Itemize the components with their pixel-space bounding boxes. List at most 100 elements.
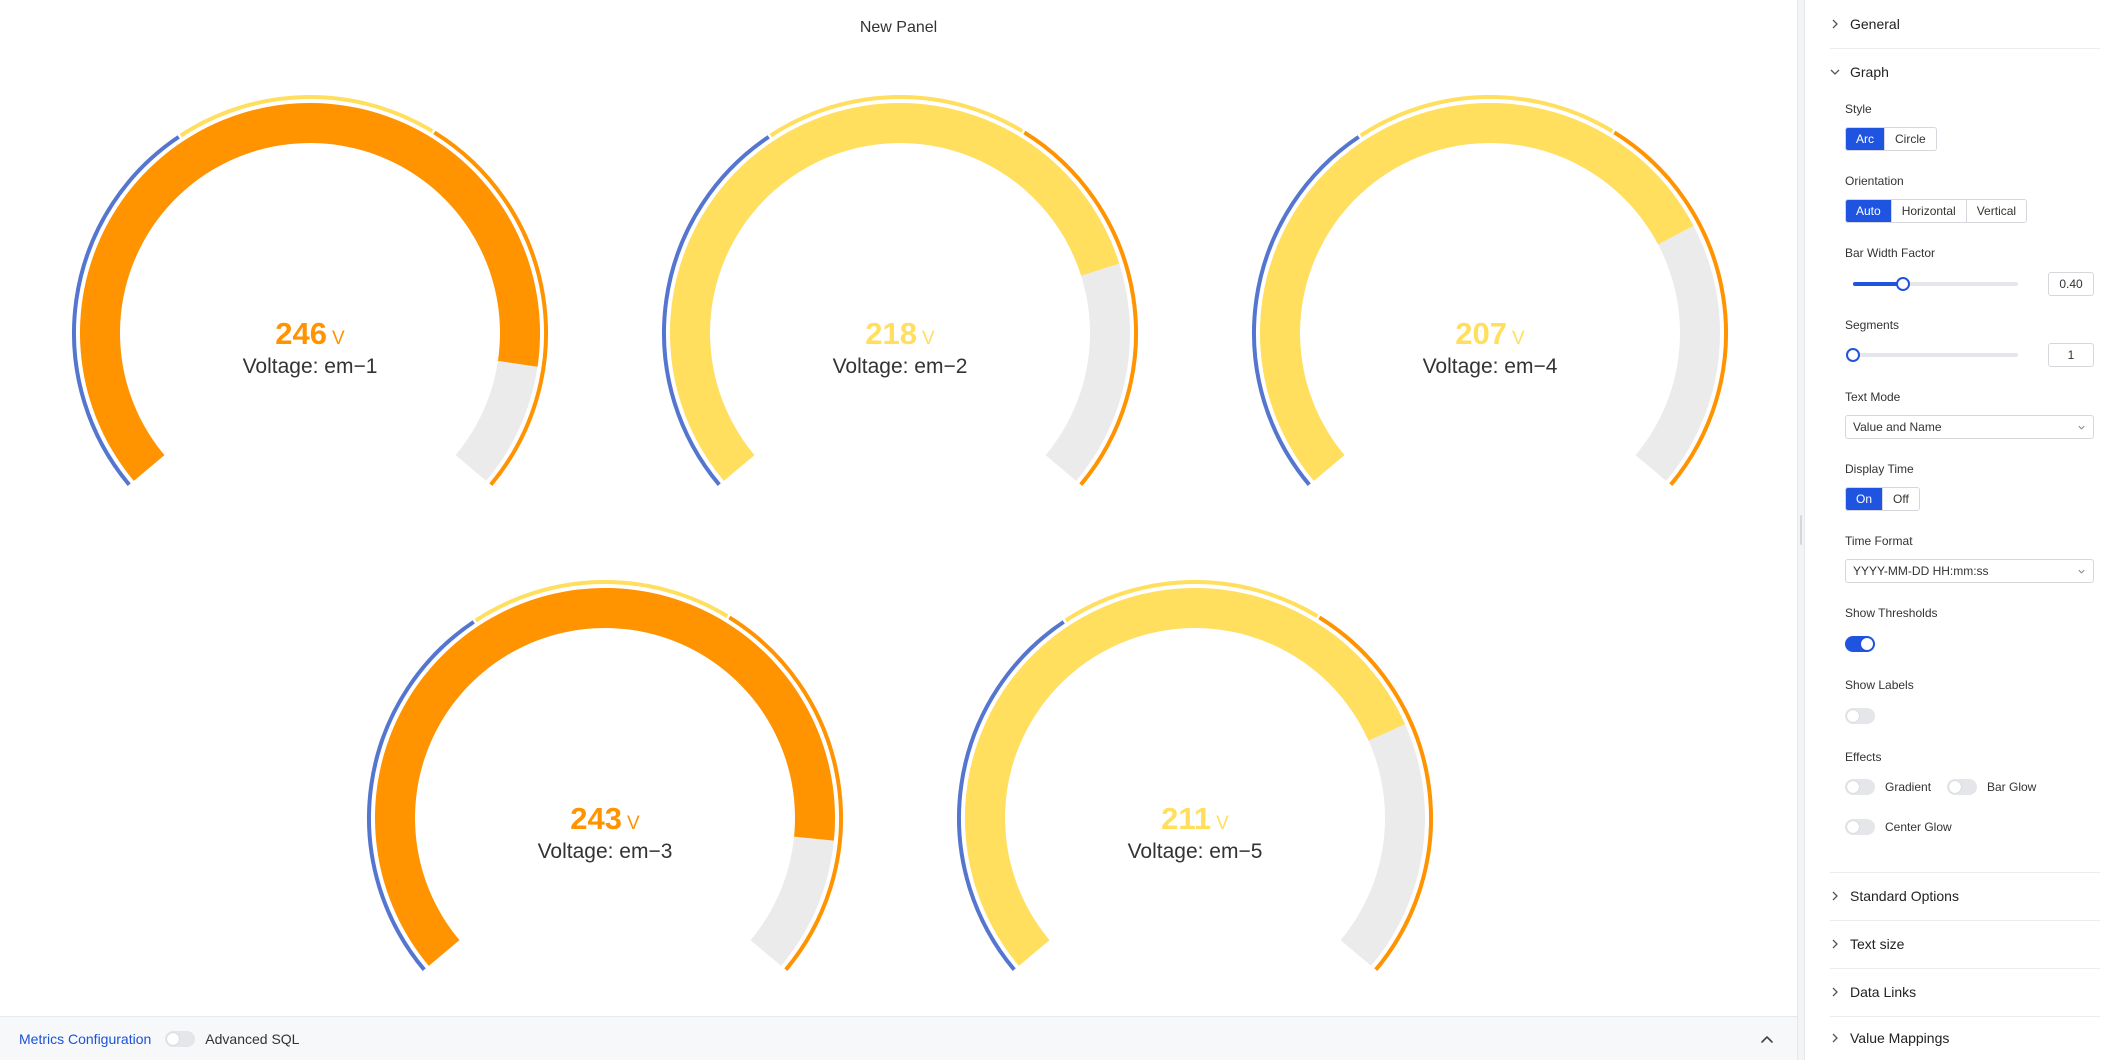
gradient-label: Gradient (1885, 780, 1932, 794)
slider-thumb[interactable] (1895, 277, 1910, 291)
orientation-auto-button[interactable]: Auto (1846, 200, 1892, 222)
chevron-down-icon (2078, 425, 2085, 430)
section-data-links[interactable]: Data Links (1830, 968, 2100, 1016)
time-format-select[interactable]: YYYY-MM-DD HH:mm:ss (1845, 559, 2094, 583)
bar-glow-toggle[interactable] (1947, 779, 1977, 795)
gauge-value-unit: V (922, 328, 935, 349)
toggle-knob (1949, 781, 1961, 793)
show-thresholds-label: Show Thresholds (1845, 606, 1938, 620)
section-general-label: General (1850, 16, 1900, 32)
advanced-sql-label: Advanced SQL (205, 1030, 300, 1047)
segments-label: Segments (1845, 318, 1900, 332)
display-time-on-button[interactable]: On (1846, 488, 1884, 510)
text-mode-select[interactable]: Value and Name (1845, 415, 2094, 439)
display-time-button-group: On Off (1845, 487, 1920, 511)
toggle-knob (1847, 781, 1859, 793)
query-bar: Metrics Configuration Advanced SQL (0, 1016, 1797, 1060)
gauge-value-bar (1259, 102, 1694, 481)
section-standard-options[interactable]: Standard Options (1830, 872, 2100, 920)
toggle-knob (1847, 821, 1859, 833)
section-text-size[interactable]: Text size (1830, 920, 2100, 968)
time-format-label: Time Format (1845, 534, 1913, 548)
style-label: Style (1845, 102, 1872, 116)
gauge-value-number: 207 (1455, 316, 1507, 351)
gauge-value: 207 V (1455, 316, 1525, 351)
toggle-knob (167, 1032, 180, 1045)
gauge-value-number: 243 (570, 801, 622, 836)
gauge-name: Voltage: em−3 (538, 840, 673, 863)
style-circle-button[interactable]: Circle (1885, 128, 1936, 150)
section-general[interactable]: General (1830, 0, 2100, 48)
segments-input[interactable]: 1 (2048, 343, 2094, 367)
section-graph[interactable]: Graph (1830, 48, 2100, 96)
chevron-right-icon (1832, 19, 1838, 29)
chevron-down-icon (2078, 569, 2085, 574)
app-root: New Panel 246 V Voltage: em−1 218 V Voltage: … (0, 0, 2114, 1060)
chevron-right-icon (1832, 987, 1838, 997)
gauge-value-number: 211 (1161, 801, 1211, 836)
section-value-mappings-label: Value Mappings (1850, 1030, 1950, 1046)
show-thresholds-toggle[interactable] (1845, 636, 1875, 652)
advanced-sql-toggle[interactable] (165, 1030, 196, 1047)
slider-thumb[interactable] (1846, 348, 1860, 362)
gauge-value: 243 V (570, 801, 640, 836)
gauge-name: Voltage: em−1 (243, 355, 378, 378)
effects-label: Effects (1845, 750, 1882, 764)
style-button-group: Arc Circle (1845, 127, 1937, 151)
gradient-option: Gradient (1845, 779, 1931, 795)
orientation-vertical-button[interactable]: Vertical (1966, 200, 2027, 222)
gradient-toggle[interactable] (1845, 779, 1875, 795)
panel-preview: New Panel 246 V Voltage: em−1 218 V Voltage: … (0, 0, 1797, 1016)
gauge-value-unit: V (1512, 328, 1525, 349)
gauge-name: Voltage: em−4 (1423, 355, 1558, 378)
section-value-mappings[interactable]: Value Mappings (1830, 1016, 2100, 1060)
gauge-value: 218 V (865, 316, 935, 351)
center-glow-label: Center Glow (1885, 820, 1952, 834)
chevron-up-icon[interactable] (1757, 1029, 1777, 1049)
bar-glow-option: Bar Glow (1947, 779, 2036, 795)
segments-slider[interactable] (1846, 347, 2018, 363)
bar-width-factor-slider[interactable] (1853, 276, 2018, 292)
bar-width-factor-label: Bar Width Factor (1845, 246, 1936, 260)
orientation-label: Orientation (1845, 174, 1904, 188)
gauge-value-unit: V (1216, 813, 1229, 834)
center-glow-option: Center Glow (1845, 819, 1952, 835)
time-format-value: YYYY-MM-DD HH:mm:ss (1853, 564, 1989, 578)
gauge-value-number: 218 (865, 316, 917, 351)
gauge-name: Voltage: em−5 (1128, 840, 1263, 863)
toggle-knob (1861, 638, 1873, 650)
chevron-right-icon (1832, 891, 1838, 901)
display-time-label: Display Time (1845, 462, 1914, 476)
chevron-right-icon (1832, 1033, 1838, 1043)
resize-divider[interactable] (1797, 0, 1805, 1060)
center-glow-toggle[interactable] (1845, 819, 1875, 835)
gauge-name: Voltage: em−2 (833, 355, 968, 378)
show-labels-toggle[interactable] (1845, 708, 1875, 724)
chevron-down-icon (1830, 69, 1840, 75)
gauge-value-number: 246 (275, 316, 327, 351)
orientation-button-group: Auto Horizontal Vertical (1845, 199, 2028, 223)
metrics-configuration-link[interactable]: Metrics Configuration (19, 1031, 151, 1047)
section-standard-options-label: Standard Options (1850, 888, 1959, 904)
text-mode-label: Text Mode (1845, 390, 1901, 404)
gauge-value-unit: V (627, 813, 640, 834)
toggle-knob (1847, 710, 1859, 722)
display-time-off-button[interactable]: Off (1883, 488, 1919, 510)
style-arc-button[interactable]: Arc (1846, 128, 1885, 150)
options-sidebar: General Graph Style Arc Circle Orientati… (1805, 0, 2114, 1060)
orientation-horizontal-button[interactable]: Horizontal (1891, 200, 1967, 222)
gauge-value-bar (964, 587, 1405, 966)
section-text-size-label: Text size (1850, 936, 1905, 952)
text-mode-value: Value and Name (1853, 420, 1942, 434)
gauge-value: 211 V (1161, 801, 1229, 836)
divider-grip-icon (1800, 515, 1802, 545)
bar-glow-label: Bar Glow (1987, 780, 2037, 794)
section-graph-label: Graph (1850, 64, 1889, 80)
slider-track (1853, 353, 2018, 357)
section-data-links-label: Data Links (1850, 984, 1917, 1000)
show-labels-label: Show Labels (1845, 678, 1914, 692)
chevron-right-icon (1832, 939, 1838, 949)
gauges-area: 246 VVoltage: em−1218 VVoltage: em−2207 VVo… (72, 95, 1729, 971)
gauge-value-unit: V (332, 328, 345, 349)
bar-width-factor-input[interactable]: 0.40 (2048, 272, 2094, 296)
